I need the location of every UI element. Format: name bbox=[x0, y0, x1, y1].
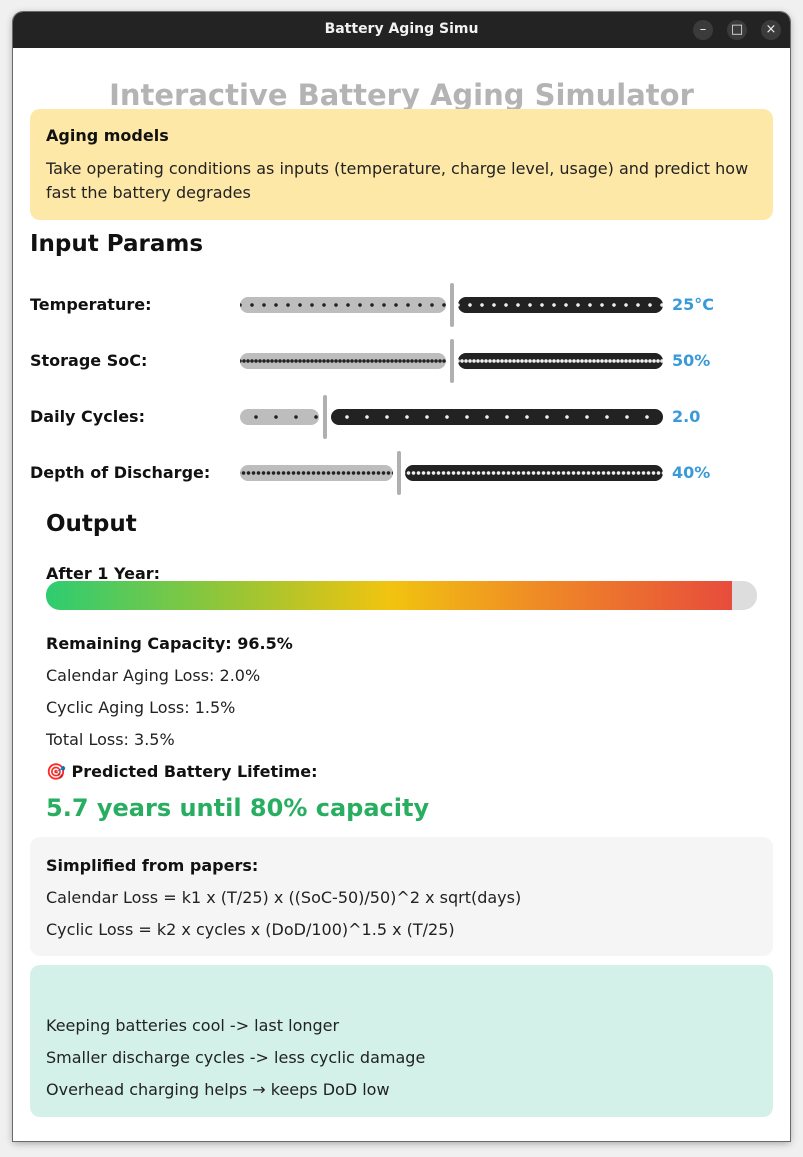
title-bar: Battery Aging Simu – □ × bbox=[13, 12, 790, 48]
temperature-slider-track-empty[interactable] bbox=[457, 297, 663, 313]
app-content: Interactive Battery Aging Simulator Agin… bbox=[13, 48, 790, 1141]
formula-box: Simplified from papers: Calendar Loss = … bbox=[30, 837, 773, 956]
window-title: Battery Aging Simu bbox=[324, 21, 479, 37]
tip-item: Keeping batteries cool -> last longer bbox=[46, 1016, 340, 1035]
lifetime-label: Predicted Battery Lifetime: bbox=[71, 762, 318, 781]
lifetime-heading: 🎯 Predicted Battery Lifetime: bbox=[46, 762, 318, 781]
daily-cycles-slider-thumb[interactable] bbox=[322, 395, 327, 439]
total-loss: Total Loss: 3.5% bbox=[46, 730, 175, 749]
daily-cycles-slider-track-filled[interactable] bbox=[240, 409, 319, 425]
storage-soc-slider-track-empty[interactable] bbox=[457, 353, 663, 369]
depth-of-discharge-slider-thumb[interactable] bbox=[396, 451, 401, 495]
close-button[interactable]: × bbox=[761, 20, 781, 40]
tips-box: Keeping batteries cool -> last longer Sm… bbox=[30, 965, 773, 1117]
depth-of-discharge-label: Depth of Discharge: bbox=[30, 463, 211, 482]
input-params-title: Input Params bbox=[30, 231, 204, 257]
remaining-capacity: Remaining Capacity: 96.5% bbox=[46, 634, 293, 653]
daily-cycles-label: Daily Cycles: bbox=[30, 407, 145, 426]
cyclic-formula: Cyclic Loss = k2 x cycles x (DoD/100)^1.… bbox=[46, 920, 455, 939]
page-title: Interactive Battery Aging Simulator bbox=[109, 78, 694, 112]
depth-of-discharge-slider-track-filled[interactable] bbox=[240, 465, 393, 481]
formula-heading: Simplified from papers: bbox=[46, 856, 259, 875]
calendar-aging-loss: Calendar Aging Loss: 2.0% bbox=[46, 666, 261, 685]
output-title: Output bbox=[46, 511, 137, 537]
lifetime-value: 5.7 years until 80% capacity bbox=[46, 794, 430, 822]
storage-soc-value: 50% bbox=[672, 351, 711, 370]
temperature-label: Temperature: bbox=[30, 295, 152, 314]
notice-body: Take operating conditions as inputs (tem… bbox=[46, 159, 749, 202]
maximize-button[interactable]: □ bbox=[727, 20, 747, 40]
cyclic-aging-loss: Cyclic Aging Loss: 1.5% bbox=[46, 698, 236, 717]
storage-soc-slider-thumb[interactable] bbox=[449, 339, 454, 383]
capacity-bar-fill bbox=[46, 581, 733, 610]
tip-item: Smaller discharge cycles -> less cyclic … bbox=[46, 1048, 426, 1067]
temperature-value: 25°C bbox=[672, 295, 715, 314]
minimize-button[interactable]: – bbox=[693, 20, 713, 40]
temperature-slider-track-filled[interactable] bbox=[240, 297, 446, 313]
calendar-formula: Calendar Loss = k1 x (T/25) x ((SoC-50)/… bbox=[46, 888, 522, 907]
storage-soc-slider-track-filled[interactable] bbox=[240, 353, 446, 369]
depth-of-discharge-slider-track-empty[interactable] bbox=[404, 465, 663, 481]
aging-models-notice: Aging models Take operating conditions a… bbox=[30, 109, 773, 220]
daily-cycles-value: 2.0 bbox=[672, 407, 701, 426]
app-window: Battery Aging Simu – □ × Interactive Bat… bbox=[13, 12, 790, 1141]
daily-cycles-slider-track-empty[interactable] bbox=[330, 409, 663, 425]
target-icon: 🎯 bbox=[46, 762, 66, 781]
tip-item: Overhead charging helps → keeps DoD low bbox=[46, 1080, 390, 1099]
capacity-bar bbox=[46, 581, 757, 610]
temperature-slider-thumb[interactable] bbox=[449, 283, 454, 327]
storage-soc-label: Storage SoC: bbox=[30, 351, 148, 370]
depth-of-discharge-value: 40% bbox=[672, 463, 711, 482]
notice-heading: Aging models bbox=[46, 126, 169, 145]
